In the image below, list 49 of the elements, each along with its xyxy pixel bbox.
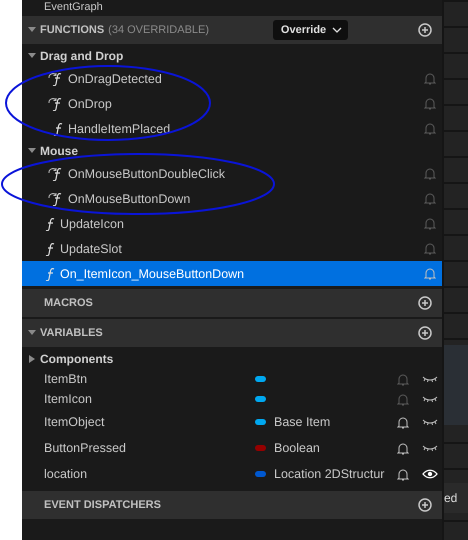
section-header[interactable]: FUNCTIONS (34 OVERRIDABLE) Override: [22, 16, 442, 44]
chevron-down-icon: [332, 27, 342, 33]
function-item[interactable]: OnMouseButtonDoubleClick: [22, 161, 442, 186]
function-item[interactable]: On_ItemIcon_MouseButtonDown: [22, 261, 442, 286]
expand-arrow-icon[interactable]: [28, 147, 36, 155]
add-icon[interactable]: [418, 23, 432, 37]
category-label[interactable]: Drag and Drop: [22, 46, 442, 66]
variable-item[interactable]: ItemObject Base Item: [22, 409, 442, 435]
category-label[interactable]: Mouse: [22, 141, 442, 161]
closed-eye-icon[interactable]: [422, 443, 438, 453]
add-icon[interactable]: [418, 326, 432, 340]
category-label[interactable]: Components: [22, 349, 442, 369]
function-icon: [52, 122, 64, 136]
function-item[interactable]: UpdateSlot: [22, 236, 442, 261]
closed-eye-icon[interactable]: [422, 374, 438, 384]
expand-arrow-icon[interactable]: [28, 355, 36, 363]
function-item[interactable]: OnDragDetected: [22, 66, 442, 91]
variable-item[interactable]: ItemIcon: [22, 389, 442, 409]
bell-icon[interactable]: [397, 442, 409, 454]
bell-icon[interactable]: [397, 468, 409, 480]
function-item[interactable]: OnDrop: [22, 91, 442, 116]
section-header[interactable]: MACROS: [22, 289, 442, 317]
bell-icon[interactable]: [397, 416, 409, 428]
closed-eye-icon[interactable]: [422, 394, 438, 404]
section-header[interactable]: EVENT DISPATCHERS: [22, 491, 442, 519]
function-icon: [44, 266, 56, 280]
variable-item[interactable]: location Location 2DStructur: [22, 461, 442, 487]
add-icon[interactable]: [418, 296, 432, 310]
override-function-icon: [48, 192, 64, 206]
graph-item[interactable]: EventGraph: [44, 1, 103, 13]
section-header[interactable]: VARIABLES: [22, 319, 442, 347]
function-item[interactable]: OnMouseButtonDown: [22, 186, 442, 211]
add-icon[interactable]: [418, 498, 432, 512]
function-item[interactable]: UpdateIcon: [22, 211, 442, 236]
eye-icon[interactable]: [422, 469, 438, 479]
function-item[interactable]: HandleItemPlaced: [22, 116, 442, 141]
node-fragment: ed: [444, 483, 468, 513]
function-icon: [44, 242, 56, 256]
override-dropdown[interactable]: Override: [272, 20, 348, 40]
variable-item[interactable]: ButtonPressed Boolean: [22, 435, 442, 461]
override-function-icon: [48, 166, 64, 180]
expand-arrow-icon[interactable]: [28, 52, 36, 60]
closed-eye-icon[interactable]: [422, 417, 438, 427]
function-icon: [44, 216, 56, 230]
override-function-icon: [48, 96, 64, 110]
expand-arrow-icon[interactable]: [28, 329, 36, 337]
override-function-icon: [48, 72, 64, 86]
variable-item[interactable]: ItemBtn: [22, 369, 442, 389]
expand-arrow-icon[interactable]: [28, 26, 36, 34]
